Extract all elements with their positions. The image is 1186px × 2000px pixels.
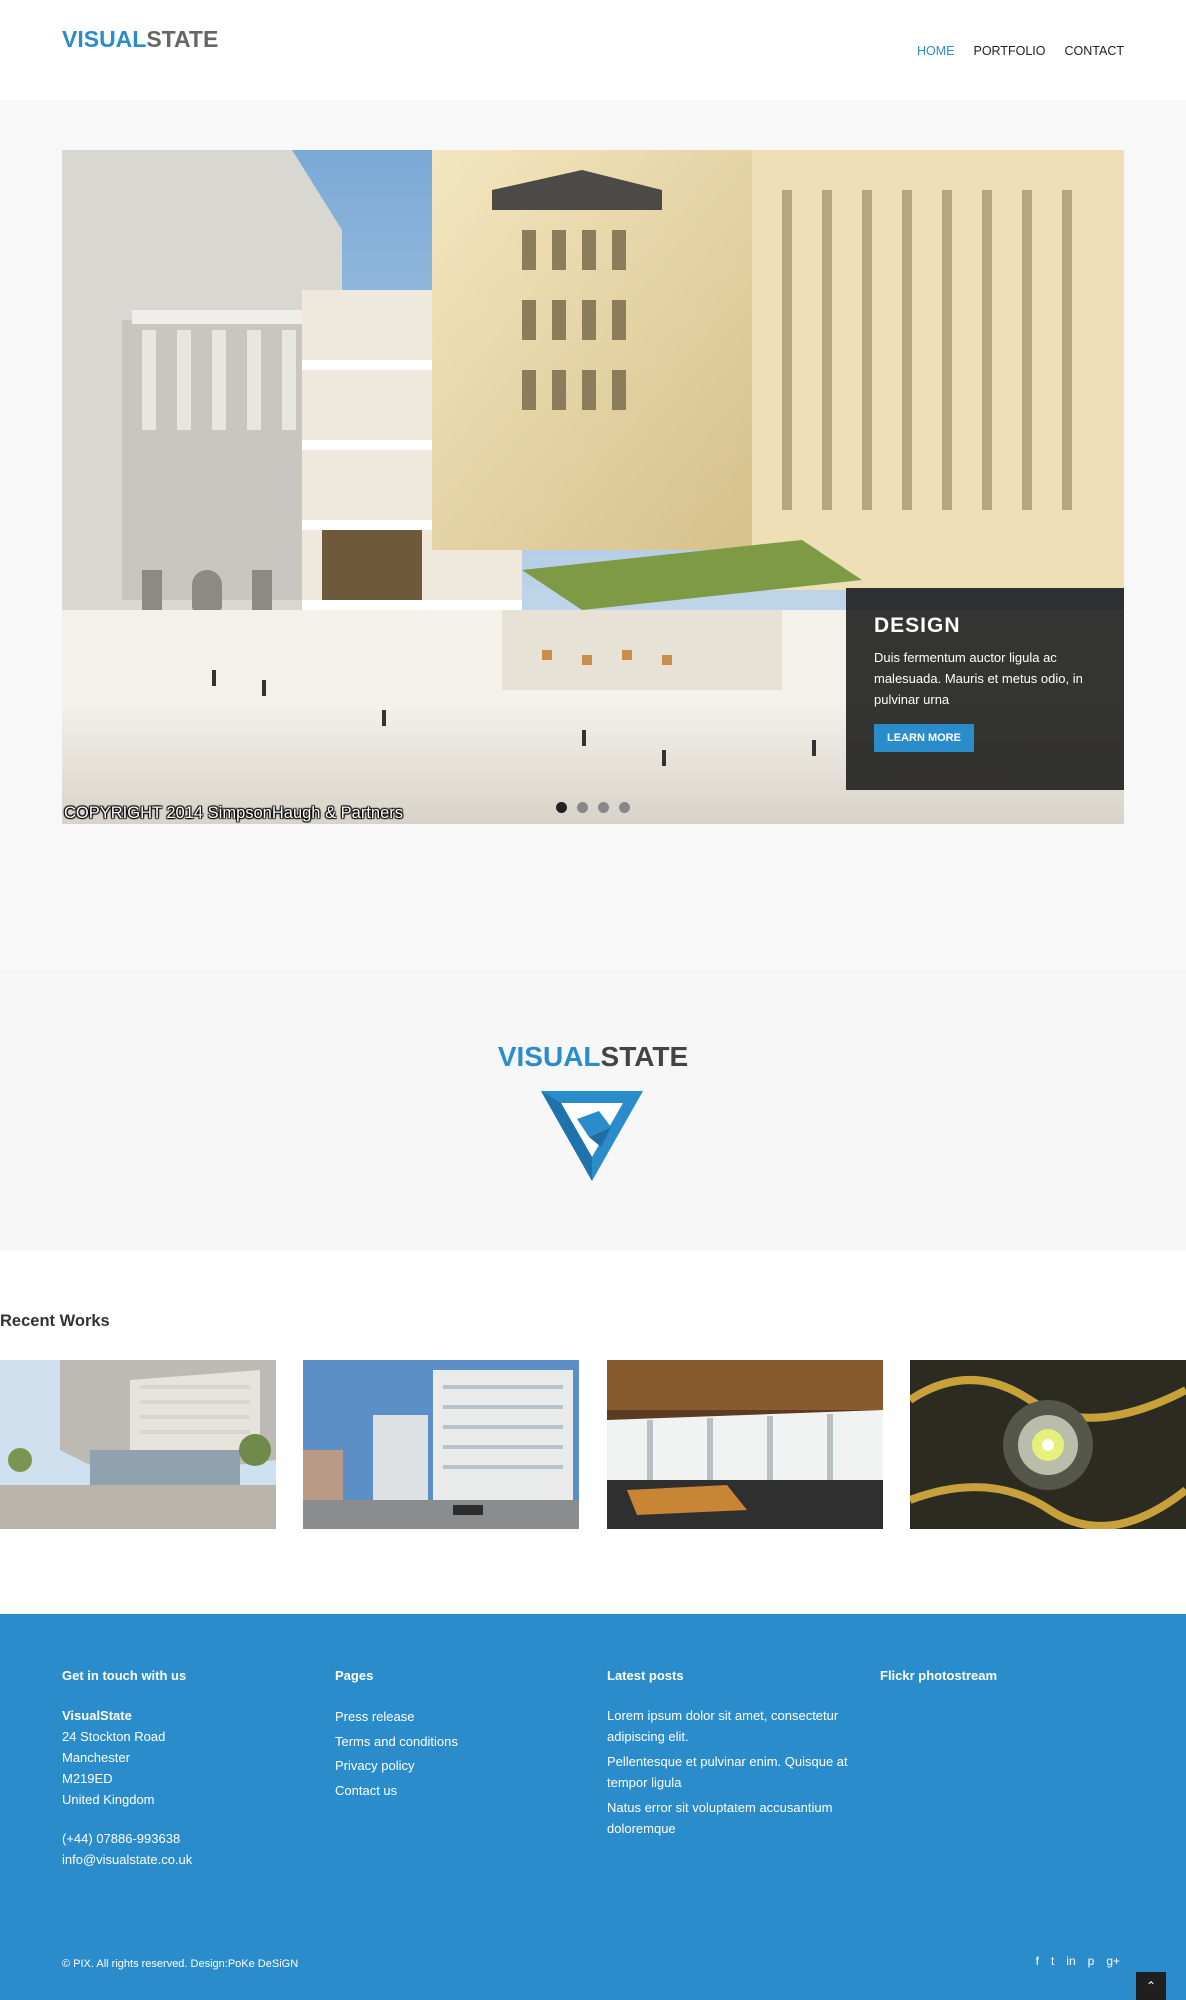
work-item-3[interactable] bbox=[607, 1360, 883, 1529]
footer-link-press-release[interactable]: Press release bbox=[335, 1705, 575, 1730]
linkedin-icon[interactable]: in bbox=[1066, 1954, 1075, 1968]
footer-posts-heading: Latest posts bbox=[607, 1668, 684, 1683]
slide-caption: DESIGN Duis fermentum auctor ligula ac m… bbox=[846, 588, 1124, 790]
footer-link-contact[interactable]: Contact us bbox=[335, 1779, 575, 1804]
work-item-2[interactable] bbox=[303, 1360, 579, 1529]
facebook-icon[interactable]: f bbox=[1036, 1954, 1039, 1968]
footer-copyright: © PIX. All rights reserved. Design:PoKe … bbox=[62, 1958, 299, 1970]
logo-part-visual: VISUAL bbox=[62, 26, 147, 52]
pinterest-icon[interactable]: p bbox=[1088, 1954, 1095, 1968]
footer-pages-heading: Pages bbox=[335, 1668, 374, 1683]
recent-works-grid bbox=[0, 1360, 1186, 1529]
site-logo[interactable]: VISUALSTATE bbox=[62, 26, 218, 53]
main-nav: HOME PORTFOLIO CONTACT bbox=[898, 44, 1124, 58]
phone-number[interactable]: (+44) 07886-993638 bbox=[62, 1828, 302, 1849]
footer-flickr: Flickr photostream bbox=[880, 1668, 1120, 1705]
work-item-4[interactable] bbox=[910, 1360, 1186, 1529]
nav-home[interactable]: HOME bbox=[917, 44, 955, 58]
footer-contact-heading: Get in touch with us bbox=[62, 1668, 187, 1683]
latest-post-3[interactable]: Natus error sit voluptatem accusantium d… bbox=[607, 1797, 857, 1839]
triangle-cube-logo-icon bbox=[541, 1091, 643, 1181]
site-header: VISUALSTATE HOME PORTFOLIO CONTACT bbox=[0, 0, 1186, 100]
footer-contact: Get in touch with us VisualState 24 Stoc… bbox=[62, 1668, 302, 1870]
brand-title: VISUALSTATE bbox=[0, 1041, 1186, 1073]
slider-pagination bbox=[556, 802, 630, 813]
recent-works-title: Recent Works bbox=[0, 1312, 110, 1330]
slider-dot-1[interactable] bbox=[556, 802, 567, 813]
hero-section: DESIGN Duis fermentum auctor ligula ac m… bbox=[0, 100, 1186, 972]
address-line-1: 24 Stockton Road bbox=[62, 1729, 166, 1744]
brand-title-visual: VISUAL bbox=[497, 1041, 601, 1072]
hero-slider: DESIGN Duis fermentum auctor ligula ac m… bbox=[62, 150, 1124, 824]
latest-post-1[interactable]: Lorem ipsum dolor sit amet, consectetur … bbox=[607, 1705, 857, 1747]
address-line-2: Manchester bbox=[62, 1750, 130, 1765]
waterfall-image bbox=[607, 1360, 883, 1529]
slider-dot-4[interactable] bbox=[619, 802, 630, 813]
slider-dot-3[interactable] bbox=[598, 802, 609, 813]
learn-more-button[interactable]: LEARN MORE bbox=[874, 724, 974, 752]
company-name: VisualState bbox=[62, 1708, 132, 1723]
social-links: f t in p g+ bbox=[1036, 1954, 1120, 1968]
slide-title: DESIGN bbox=[874, 614, 961, 637]
nav-contact[interactable]: CONTACT bbox=[1065, 44, 1125, 58]
google-plus-icon[interactable]: g+ bbox=[1106, 1954, 1120, 1968]
latest-post-2[interactable]: Pellentesque et pulvinar enim. Quisque a… bbox=[607, 1751, 857, 1793]
footer-link-privacy[interactable]: Privacy policy bbox=[335, 1754, 575, 1779]
brand-section: VISUALSTATE bbox=[0, 972, 1186, 1250]
footer-flickr-heading: Flickr photostream bbox=[880, 1668, 998, 1683]
twitter-icon[interactable]: t bbox=[1051, 1954, 1054, 1968]
office-blocks-image bbox=[303, 1360, 579, 1529]
footer-latest-posts: Latest posts Lorem ipsum dolor sit amet,… bbox=[607, 1668, 857, 1843]
slide-text: Duis fermentum auctor ligula ac malesuad… bbox=[874, 650, 1083, 707]
ornament-speaker-image bbox=[910, 1360, 1186, 1529]
logo-part-state: STATE bbox=[146, 26, 219, 52]
brand-title-state: STATE bbox=[600, 1041, 689, 1072]
nav-portfolio[interactable]: PORTFOLIO bbox=[973, 44, 1045, 58]
email-address[interactable]: info@visualstate.co.uk bbox=[62, 1849, 302, 1870]
chevron-up-icon: ⌃ bbox=[1145, 1979, 1157, 1993]
address-line-4: United Kingdom bbox=[62, 1792, 155, 1807]
footer-pages: Pages Press release Terms and conditions… bbox=[335, 1668, 575, 1803]
slider-dot-2[interactable] bbox=[577, 802, 588, 813]
site-footer: Get in touch with us VisualState 24 Stoc… bbox=[0, 1614, 1186, 2000]
work-item-1[interactable] bbox=[0, 1360, 276, 1529]
image-credit: COPYRIGHT 2014 SimpsonHaugh & Partners bbox=[64, 804, 404, 822]
address-line-3: M219ED bbox=[62, 1771, 113, 1786]
footer-link-terms[interactable]: Terms and conditions bbox=[335, 1730, 575, 1755]
back-to-top-button[interactable]: ⌃ bbox=[1136, 1972, 1166, 2000]
building-render-image bbox=[0, 1360, 276, 1529]
